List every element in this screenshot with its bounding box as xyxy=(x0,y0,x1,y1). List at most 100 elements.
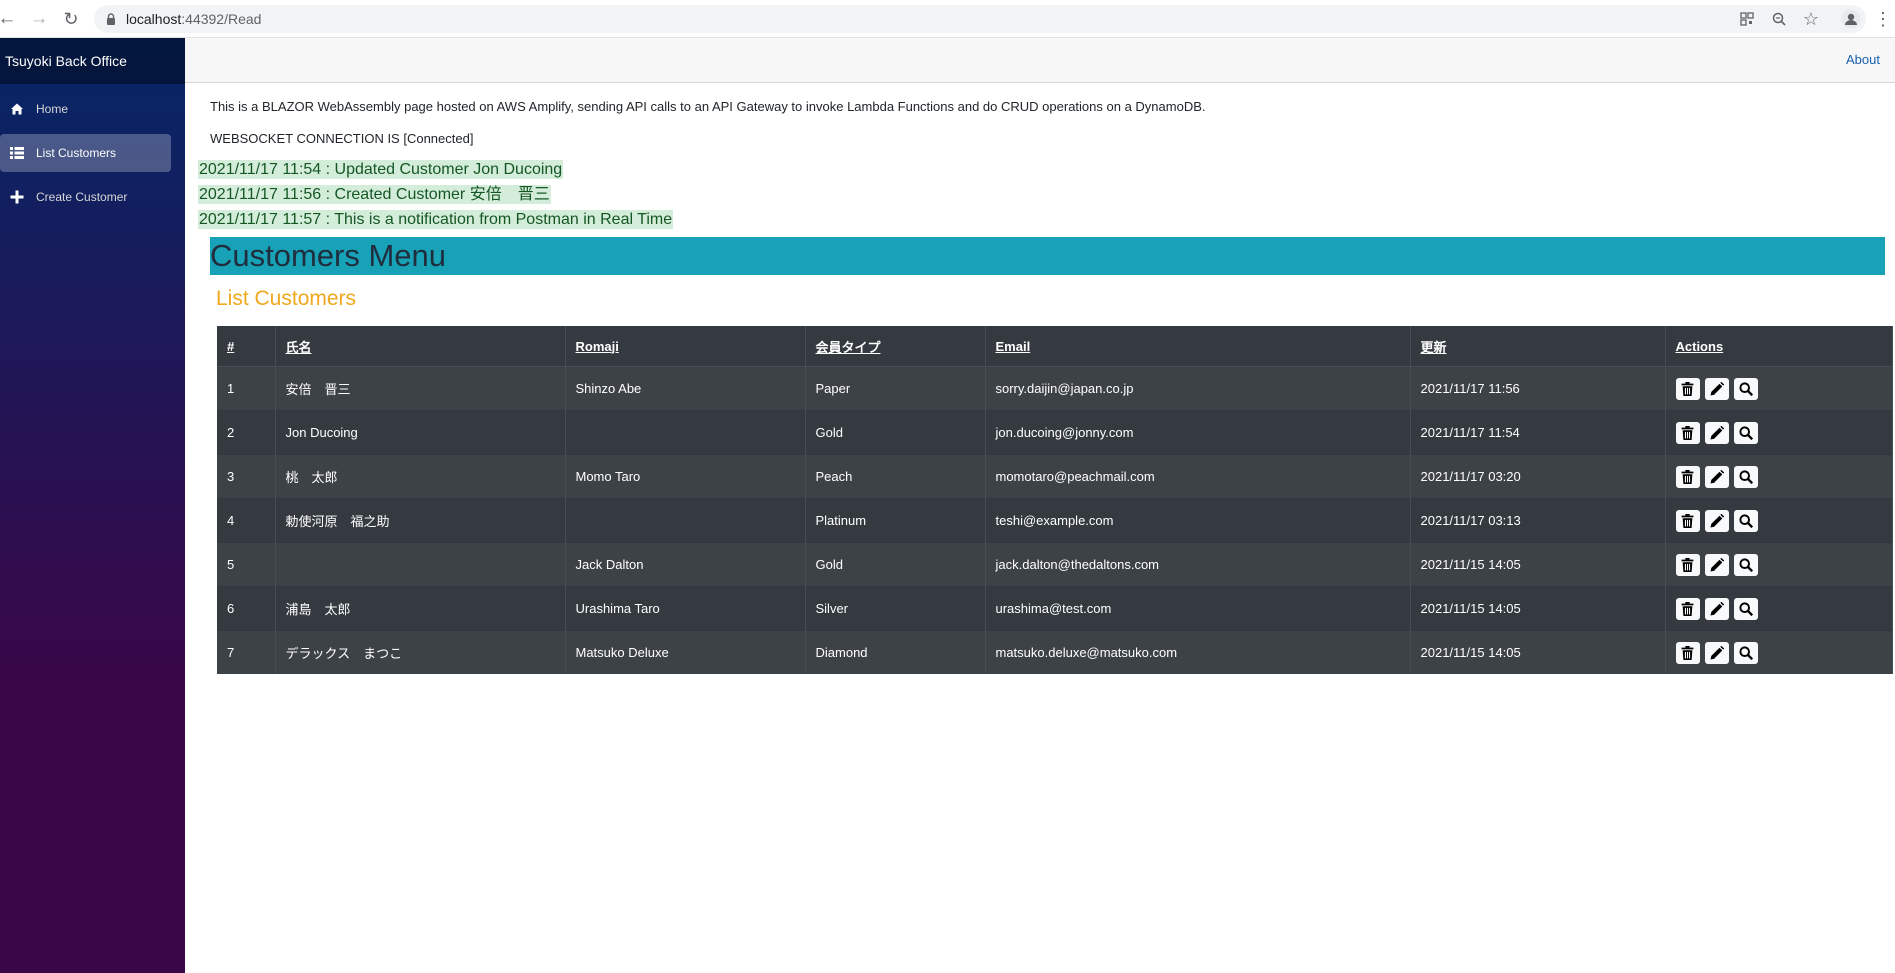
sidebar-item-label: Home xyxy=(36,102,69,116)
cell-email: urashima@test.com xyxy=(985,586,1411,631)
column-header-actions[interactable]: Actions xyxy=(1665,326,1893,367)
nav-menu: Home List Customers Create Customer xyxy=(0,90,185,216)
cell-updated: 2021/11/17 03:20 xyxy=(1410,454,1666,499)
cell-updated: 2021/11/17 11:54 xyxy=(1410,410,1666,455)
cell-email: matsuko.deluxe@matsuko.com xyxy=(985,630,1411,674)
kebab-menu-icon[interactable]: ⋮ xyxy=(1872,8,1894,30)
view-button[interactable] xyxy=(1733,553,1758,576)
qr-code-icon[interactable] xyxy=(1736,8,1758,30)
cell-romaji xyxy=(565,498,806,543)
cell-email: teshi@example.com xyxy=(985,498,1411,543)
cell-actions xyxy=(1665,586,1893,631)
edit-button[interactable] xyxy=(1704,553,1729,576)
cell-number: 6 xyxy=(217,586,276,631)
delete-button[interactable] xyxy=(1675,641,1700,664)
lock-icon xyxy=(107,13,115,25)
view-button[interactable] xyxy=(1733,421,1758,444)
delete-button[interactable] xyxy=(1675,421,1700,444)
sidebar: Tsuyoki Back Office Home List Customers … xyxy=(0,38,185,973)
edit-button[interactable] xyxy=(1704,377,1729,400)
home-icon xyxy=(10,102,24,116)
cell-email: jon.ducoing@jonny.com xyxy=(985,410,1411,455)
forward-arrow-icon[interactable]: → xyxy=(28,8,50,30)
cell-email: sorry.daijin@japan.co.jp xyxy=(985,366,1411,411)
cell-number: 3 xyxy=(217,454,276,499)
plus-icon xyxy=(10,190,24,204)
column-header-number[interactable]: # xyxy=(217,326,276,367)
cell-updated: 2021/11/17 11:56 xyxy=(1410,366,1666,411)
cell-number: 7 xyxy=(217,630,276,674)
cell-romaji: Matsuko Deluxe xyxy=(565,630,806,674)
sidebar-item-label: Create Customer xyxy=(36,190,128,204)
profile-avatar-icon[interactable] xyxy=(1840,8,1862,30)
cell-updated: 2021/11/15 14:05 xyxy=(1410,542,1666,587)
cell-updated: 2021/11/15 14:05 xyxy=(1410,630,1666,674)
sidebar-item-list-customers[interactable]: List Customers xyxy=(0,134,171,172)
back-arrow-icon[interactable]: ← xyxy=(0,8,18,30)
view-button[interactable] xyxy=(1733,509,1758,532)
edit-button[interactable] xyxy=(1704,641,1729,664)
delete-button[interactable] xyxy=(1675,553,1700,576)
edit-button[interactable] xyxy=(1704,597,1729,620)
table-row: 3桃 太郎 Momo Taro Peach momotaro@peachmail.co… xyxy=(217,454,1893,499)
cell-name: デラックス まつこ xyxy=(275,630,566,674)
cell-romaji: Shinzo Abe xyxy=(565,366,806,411)
cell-actions xyxy=(1665,498,1893,543)
cell-updated: 2021/11/15 14:05 xyxy=(1410,586,1666,631)
notification-message: 2021/11/17 11:57 : This is a notificatio… xyxy=(198,210,674,229)
cell-romaji xyxy=(565,410,806,455)
table-row: 7 デラックス まつこ Matsuko Deluxe Diamond matsuko.d… xyxy=(217,630,1893,674)
bookmark-star-icon[interactable]: ☆ xyxy=(1800,8,1822,30)
edit-button[interactable] xyxy=(1704,465,1729,488)
column-header-name[interactable]: 氏名 xyxy=(275,326,566,367)
cell-updated: 2021/11/17 03:13 xyxy=(1410,498,1666,543)
brand-title[interactable]: Tsuyoki Back Office xyxy=(0,38,185,84)
cell-name: 勅使河原 福之助 xyxy=(275,498,566,543)
cell-name xyxy=(275,542,566,587)
browser-toolbar: ← → ↻ localhost:44392/Read ☆ ⋮ xyxy=(0,0,1895,38)
cell-email: jack.dalton@thedaltons.com xyxy=(985,542,1411,587)
notification-message: 2021/11/17 11:56 : Created Customer 安倍 晋… xyxy=(198,185,551,204)
table-header-row: # 氏名 Romaji 会員タイプ Email 更新 Actions xyxy=(217,326,1893,367)
customers-table: # 氏名 Romaji 会員タイプ Email 更新 Actions 1 安倍 晋… xyxy=(217,326,1893,674)
column-header-updated[interactable]: 更新 xyxy=(1410,326,1666,367)
table-row: 6 浦島 太郎 Urashima Taro Silver urashima@test.c… xyxy=(217,586,1893,631)
section-title: List Customers xyxy=(216,287,357,310)
cell-member-type: Silver xyxy=(805,586,986,631)
cell-email: momotaro@peachmail.com xyxy=(985,454,1411,499)
delete-button[interactable] xyxy=(1675,377,1700,400)
column-header-email[interactable]: Email xyxy=(985,326,1411,367)
cell-romaji: Urashima Taro xyxy=(565,586,806,631)
cell-number: 1 xyxy=(217,366,276,411)
delete-button[interactable] xyxy=(1675,597,1700,620)
cell-actions xyxy=(1665,366,1893,411)
column-header-member-type[interactable]: 会員タイプ xyxy=(805,326,986,367)
zoom-icon[interactable] xyxy=(1768,8,1790,30)
delete-button[interactable] xyxy=(1675,465,1700,488)
cell-actions xyxy=(1665,454,1893,499)
column-header-romaji[interactable]: Romaji xyxy=(565,326,806,367)
sidebar-item-create-customer[interactable]: Create Customer xyxy=(0,178,171,216)
cell-member-type: Gold xyxy=(805,542,986,587)
about-link[interactable]: About xyxy=(1846,52,1880,67)
view-button[interactable] xyxy=(1733,597,1758,620)
edit-button[interactable] xyxy=(1704,421,1729,444)
page-title: Customers Menu xyxy=(210,237,1885,275)
address-bar[interactable]: localhost:44392/Read xyxy=(94,5,1866,33)
reload-icon[interactable]: ↻ xyxy=(60,8,82,30)
view-button[interactable] xyxy=(1733,377,1758,400)
list-icon xyxy=(10,146,24,160)
cell-member-type: Diamond xyxy=(805,630,986,674)
delete-button[interactable] xyxy=(1675,509,1700,532)
cell-actions xyxy=(1665,630,1893,674)
cell-name: 浦島 太郎 xyxy=(275,586,566,631)
sidebar-item-home[interactable]: Home xyxy=(0,90,171,128)
cell-member-type: Platinum xyxy=(805,498,986,543)
table-row: 4 勅使河原 福之助 Platinum teshi@example.com 2021/1… xyxy=(217,498,1893,543)
websocket-status: WEBSOCKET CONNECTION IS [Connected] xyxy=(210,131,474,146)
notification-message: 2021/11/17 11:54 : Updated Customer Jon … xyxy=(198,160,564,179)
edit-button[interactable] xyxy=(1704,509,1729,532)
cell-name: 桃 太郎 xyxy=(275,454,566,499)
view-button[interactable] xyxy=(1733,641,1758,664)
view-button[interactable] xyxy=(1733,465,1758,488)
